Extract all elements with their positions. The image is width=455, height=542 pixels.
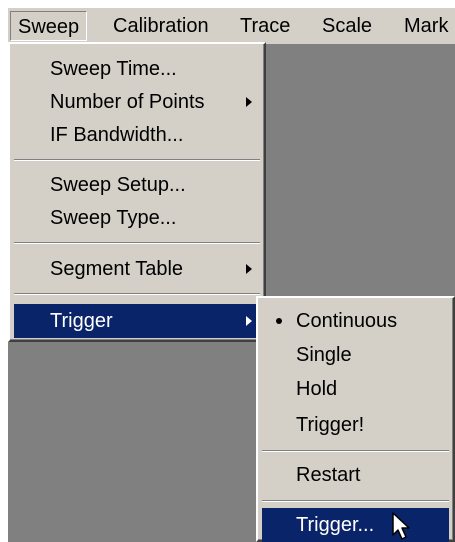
menu-separator: [14, 159, 260, 161]
menu-separator: [14, 293, 260, 295]
menu-item-segment-table[interactable]: Segment Table: [10, 252, 264, 286]
menu-item-trigger-now[interactable]: Trigger!: [258, 408, 453, 442]
menu-item-if-bandwidth[interactable]: IF Bandwidth...: [10, 118, 264, 152]
menu-item-label: Trigger!: [296, 414, 365, 436]
menu-item-label: Number of Points: [50, 91, 205, 113]
menu-item-label: Sweep Setup...: [50, 174, 186, 196]
menu-item-trigger[interactable]: Trigger: [14, 304, 260, 338]
radio-bullet-icon: [276, 318, 282, 324]
menu-separator: [262, 450, 449, 452]
menu-item-single[interactable]: Single: [258, 338, 453, 372]
menubar-trace[interactable]: Trace: [233, 11, 297, 41]
trigger-submenu: Continuous Single Hold Trigger! Restart …: [256, 296, 455, 542]
menu-item-label: Restart: [296, 464, 361, 486]
menu-item-number-of-points[interactable]: Number of Points: [10, 85, 264, 119]
menu-item-sweep-time[interactable]: Sweep Time...: [10, 52, 264, 86]
menubar-sweep[interactable]: Sweep: [10, 11, 88, 41]
menu-item-label: Sweep Type...: [50, 207, 177, 229]
menu-bar: Sweep Calibration Trace Scale Mark: [8, 8, 455, 44]
menu-item-label: Single: [296, 344, 352, 366]
menu-item-sweep-setup[interactable]: Sweep Setup...: [10, 168, 264, 202]
sweep-menu: Sweep Time... Number of Points IF Bandwi…: [8, 42, 266, 342]
menu-item-continuous[interactable]: Continuous: [258, 304, 453, 338]
menubar-calibration[interactable]: Calibration: [106, 11, 216, 41]
menu-item-label: Hold: [296, 378, 338, 400]
menu-item-sweep-type[interactable]: Sweep Type...: [10, 201, 264, 235]
submenu-arrow-icon: [246, 97, 252, 107]
menu-separator: [262, 500, 449, 502]
mouse-pointer-icon: [392, 512, 410, 540]
menu-item-label: Continuous: [296, 310, 398, 332]
menu-item-label: Segment Table: [50, 258, 184, 280]
menu-item-label: Trigger...: [296, 514, 375, 536]
menu-item-label: IF Bandwidth...: [50, 124, 184, 146]
submenu-arrow-icon: [246, 264, 252, 274]
menu-item-label: Sweep Time...: [50, 58, 177, 80]
submenu-arrow-icon: [246, 316, 252, 326]
menu-item-label: Trigger: [50, 310, 113, 332]
menubar-scale[interactable]: Scale: [315, 11, 379, 41]
menubar-marker[interactable]: Mark: [397, 11, 455, 41]
menu-item-hold[interactable]: Hold: [258, 372, 453, 406]
menu-separator: [14, 242, 260, 244]
menu-item-restart[interactable]: Restart: [258, 458, 453, 492]
menu-item-trigger-setup[interactable]: Trigger...: [262, 508, 449, 542]
